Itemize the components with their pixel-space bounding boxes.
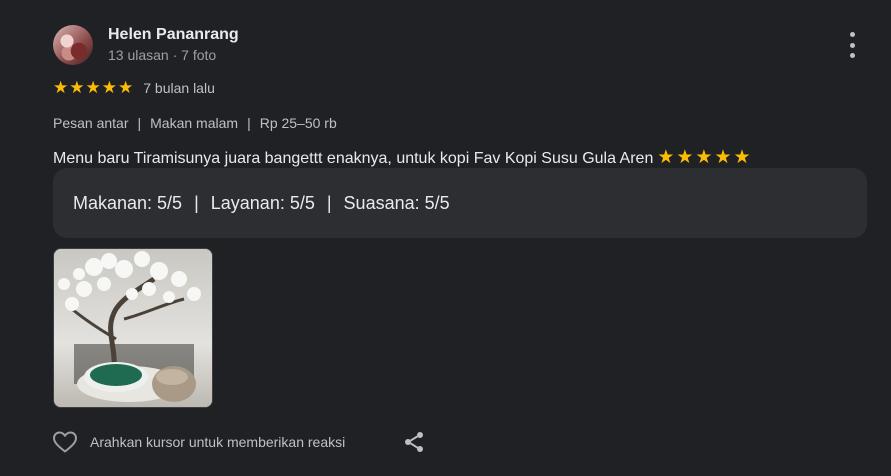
share-button[interactable] <box>402 430 426 459</box>
score-summary: Makanan: 5/5 | Layanan: 5/5 | Suasana: 5/5 <box>53 168 867 238</box>
photo-thumbnail <box>54 249 212 407</box>
reviewer-name[interactable]: Helen Pananrang <box>108 26 239 44</box>
star-icon: ★ <box>85 78 101 97</box>
star-rating: ★ ★ ★ ★ ★ <box>53 79 134 97</box>
tag-meal: Makan malam <box>150 115 239 131</box>
score-service: Layanan: 5/5 <box>210 193 315 213</box>
star-icon: ★ <box>101 78 117 97</box>
tag-service: Pesan antar <box>53 115 129 131</box>
reaction-button[interactable]: Arahkan kursor untuk memberikan reaksi <box>52 430 345 454</box>
score-separator: | <box>326 193 332 213</box>
share-icon[interactable] <box>402 430 426 454</box>
tag-separator: | <box>137 115 142 131</box>
star-icon: ★ <box>53 78 69 97</box>
tag-price: Rp 25–50 rb <box>259 115 337 131</box>
star-icon: ★ <box>69 78 85 97</box>
score-atmosphere: Suasana: 5/5 <box>343 193 450 213</box>
more-options-icon[interactable] <box>840 32 864 58</box>
heart-icon[interactable] <box>52 430 78 454</box>
reviewer-meta: 13 ulasan · 7 foto <box>108 47 217 63</box>
review-star-emojis: ★★★★★ <box>657 147 753 168</box>
score-food: Makanan: 5/5 <box>73 193 183 213</box>
review-body: Menu baru Tiramisunya juara bangettt ena… <box>53 150 654 167</box>
score-separator: | <box>194 193 199 213</box>
review-time: 7 bulan lalu <box>143 80 215 96</box>
reaction-label: Arahkan kursor untuk memberikan reaksi <box>90 434 346 450</box>
rating-row: ★ ★ ★ ★ ★ 7 bulan lalu <box>53 79 215 97</box>
tag-separator: | <box>247 115 251 131</box>
review-photo[interactable] <box>53 248 213 408</box>
avatar[interactable] <box>53 25 93 65</box>
review-tags: Pesan antar | Makan malam | Rp 25–50 rb <box>53 115 337 131</box>
review-text: Menu baru Tiramisunya juara bangettt ena… <box>53 146 753 169</box>
star-icon: ★ <box>118 78 134 97</box>
